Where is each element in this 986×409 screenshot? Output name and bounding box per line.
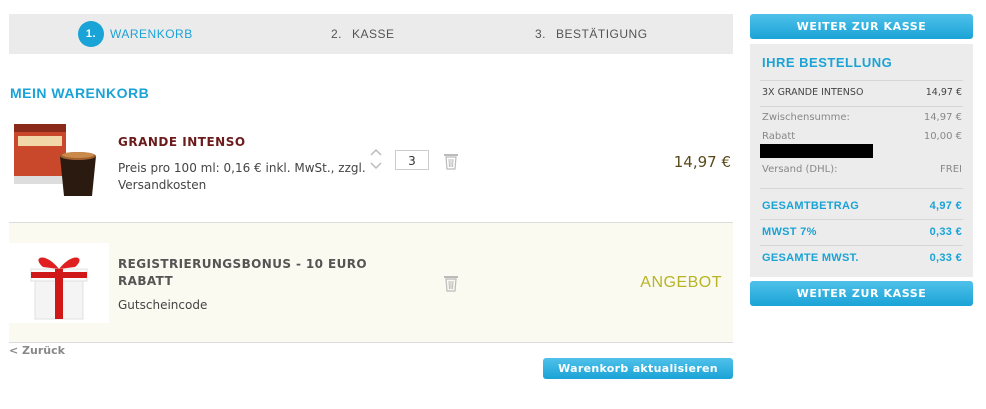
shipping-label: Versand (DHL): xyxy=(762,164,838,175)
subtotal-value: 14,97 € xyxy=(923,112,962,123)
step-number-3: 3. xyxy=(535,27,547,41)
product-price: 14,97 € xyxy=(673,153,731,171)
checkout-button[interactable]: WEITER ZUR KASSE xyxy=(750,14,973,39)
order-summary-title: IHRE BESTELLUNG xyxy=(762,55,893,70)
cart-item: GRANDE INTENSO Preis pro 100 ml: 0,16 € … xyxy=(9,112,733,223)
step-kasse[interactable]: 2. KASSE xyxy=(331,14,395,54)
step-label-2: KASSE xyxy=(352,27,395,41)
gift-image xyxy=(9,243,109,323)
subtotal-line: Zwischensumme: 14,97 € xyxy=(762,112,962,123)
divider xyxy=(760,106,963,107)
coffee-pack-image xyxy=(14,124,96,196)
quantity-input[interactable]: 3 xyxy=(395,150,429,170)
step-number-1: 1. xyxy=(78,21,104,47)
product-name[interactable]: GRANDE INTENSO xyxy=(118,135,246,149)
vat-label: MWST 7% xyxy=(762,226,817,238)
total-line: GESAMTBETRAG 4,97 € xyxy=(762,200,962,212)
stepper-icon[interactable] xyxy=(368,147,384,171)
checkout-steps: 1. WARENKORB 2. KASSE 3. BESTÄTIGUNG xyxy=(9,14,733,54)
order-item-value: 14,97 € xyxy=(925,87,962,98)
order-item-line: 3X GRANDE INTENSO 14,97 € xyxy=(762,87,962,98)
divider xyxy=(760,188,963,189)
discount-value: 10,00 € xyxy=(923,131,962,142)
back-link[interactable]: < Zurück xyxy=(9,344,65,357)
total-vat-value: 0,33 € xyxy=(929,252,962,264)
cart-item: REGISTRIERUNGSBONUS - 10 EURO RABATT Gut… xyxy=(9,223,733,343)
checkout-button[interactable]: WEITER ZUR KASSE xyxy=(750,281,973,306)
step-label-3: BESTÄTIGUNG xyxy=(556,27,648,41)
step-number-2: 2. xyxy=(331,27,343,41)
trash-icon[interactable] xyxy=(443,152,459,170)
step-bestaetigung[interactable]: 3. BESTÄTIGUNG xyxy=(535,14,648,54)
discount-line: Rabatt 10,00 € xyxy=(762,131,962,142)
redacted-block xyxy=(760,144,873,158)
discount-label: Rabatt xyxy=(762,131,796,142)
order-summary: IHRE BESTELLUNG 3X GRANDE INTENSO 14,97 … xyxy=(750,44,973,277)
order-item-label: 3X GRANDE INTENSO xyxy=(762,87,864,98)
total-vat-label: GESAMTE MWST. xyxy=(762,252,859,264)
cart-title: MEIN WARENKORB xyxy=(10,85,150,101)
product-price-info: Preis pro 100 ml: 0,16 € inkl. MwSt., zz… xyxy=(118,161,366,192)
divider xyxy=(760,219,963,220)
vat-value: 0,33 € xyxy=(929,226,962,238)
total-vat-line: GESAMTE MWST. 0,33 € xyxy=(762,252,962,264)
offer-label: ANGEBOT xyxy=(640,274,722,291)
total-value: 4,97 € xyxy=(929,200,962,212)
bonus-name: REGISTRIERUNGSBONUS - 10 EURO RABATT xyxy=(118,257,367,288)
update-cart-button[interactable]: Warenkorb aktualisieren xyxy=(543,358,733,379)
subtotal-label: Zwischensumme: xyxy=(762,112,850,123)
shipping-line: Versand (DHL): FREI xyxy=(762,164,962,175)
vat-line: MWST 7% 0,33 € xyxy=(762,226,962,238)
shipping-value: FREI xyxy=(940,164,962,175)
trash-icon[interactable] xyxy=(443,274,459,292)
step-label-1: WARENKORB xyxy=(110,27,193,41)
step-warenkorb[interactable]: 1. WARENKORB xyxy=(78,14,193,54)
divider xyxy=(760,80,963,81)
total-label: GESAMTBETRAG xyxy=(762,200,860,212)
voucher-label: Gutscheincode xyxy=(118,298,208,312)
divider xyxy=(760,245,963,246)
